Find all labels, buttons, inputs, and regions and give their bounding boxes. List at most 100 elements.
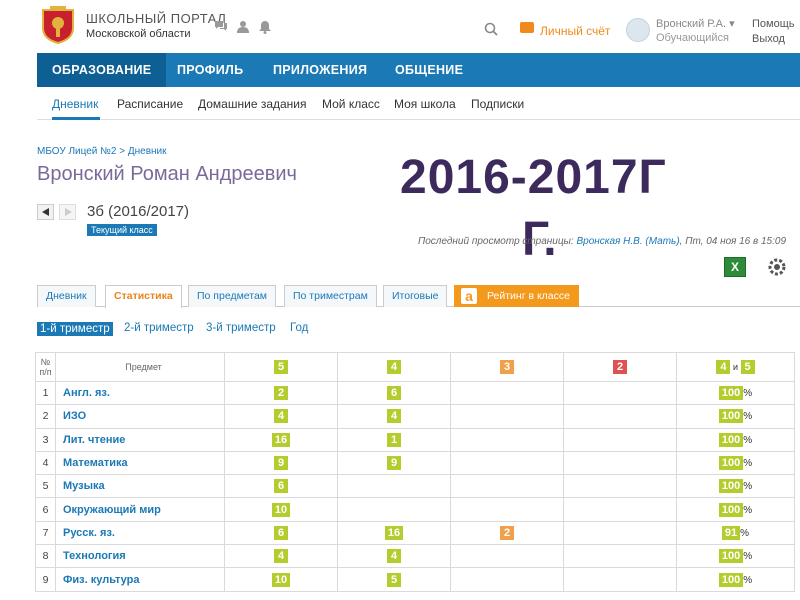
row-number: 8 [35,544,56,569]
grade-count-g2 [563,404,677,429]
quality-percent-badge: 100 [718,386,744,401]
row-number: 3 [35,427,56,452]
tab-diary[interactable]: Дневник [37,285,96,307]
grade-count-g4: 5 [337,567,451,592]
grade-count-g2 [563,450,677,476]
tab-by-trimester[interactable]: По триместрам [284,285,377,307]
bell-icon[interactable] [258,20,272,34]
grade-count-g4: 4 [337,544,451,569]
percent-sign: % [743,481,753,493]
percent-sign: % [743,434,753,446]
last-view-time: , Пт, 04 ноя 16 в 15:09 [679,236,787,247]
grade-count-badge: 2 [500,525,514,540]
grade-count-g4: 6 [337,380,451,406]
table-row: 8 Технология 4 4 100% [35,544,795,569]
personal-account-link[interactable]: Личный счёт [540,24,610,38]
nav-tab-communication[interactable]: ОБЩЕНИЕ [380,53,478,87]
grade-count-badge: 9 [274,456,288,471]
grade-count-g2 [563,427,677,452]
nav-tab-apps[interactable]: ПРИЛОЖЕНИЯ [258,53,382,87]
row-number: 6 [35,497,56,522]
grade-count-badge: 4 [274,549,288,564]
table-row: 7 Русск. яз. 6 16 2 91% [35,520,795,546]
percent-sign: % [743,504,753,516]
sub-tab-my-school[interactable]: Моя школа [394,97,456,111]
grade-count-g5: 10 [224,567,338,592]
sub-tab-my-class[interactable]: Мой класс [322,97,380,111]
last-view-name-link[interactable]: Вронская Н.В. (Мать) [576,236,679,247]
excel-export-icon[interactable]: X [724,257,746,277]
trimester-3[interactable]: 3-й триместр [206,322,276,334]
nav-tab-profile[interactable]: ПРОФИЛЬ [162,53,258,87]
grade-count-badge: 9 [387,456,401,471]
grade-count-badge: 4 [274,409,288,424]
subject-link[interactable]: Технология [55,544,225,569]
grade-count-badge: 6 [387,386,401,401]
subject-link[interactable]: Окружающий мир [55,497,225,522]
grade-count-g4 [337,474,451,499]
table-row: 6 Окружающий мир 10 100% [35,497,795,522]
breadcrumb[interactable]: МБОУ Лицей №2 > Дневник [37,146,167,157]
tab-statistics[interactable]: Статистика [105,285,182,308]
nav-tab-education[interactable]: ОБРАЗОВАНИЕ [37,53,167,87]
quality-percent-badge: 100 [718,572,744,587]
subject-link[interactable]: Математика [55,450,225,476]
quality-percent: 100% [676,544,795,569]
quality-percent-badge: 100 [718,479,744,494]
quality-percent-badge: 100 [718,432,744,447]
sub-tab-homework[interactable]: Домашние задания [198,97,307,111]
subject-link[interactable]: Лит. чтение [55,427,225,452]
moscow-region-coat-of-arms-logo[interactable] [40,6,76,45]
grade-count-g2 [563,544,677,569]
grade-count-g5: 4 [224,404,338,429]
subject-link[interactable]: Музыка [55,474,225,499]
tab-class-rating[interactable]: a Рейтинг в классе [454,285,579,307]
last-view-info: Последний просмотр страницы: Вронская Н.… [418,236,800,247]
grade-count-g2 [563,520,677,546]
subject-link[interactable]: Русск. яз. [55,520,225,546]
trimester-1[interactable]: 1-й триместр [37,322,113,336]
help-link[interactable]: Помощь [752,18,795,30]
sub-tab-diary[interactable]: Дневник [52,97,98,111]
grade-count-g3 [450,544,564,569]
table-row: 5 Музыка 6 100% [35,474,795,499]
subject-link[interactable]: Англ. яз. [55,380,225,406]
previous-year-button[interactable] [37,204,54,220]
quality-percent: 91% [676,520,795,546]
main-navigation: ОБРАЗОВАНИЕ ПРОФИЛЬ ПРИЛОЖЕНИЯ ОБЩЕНИЕ [37,53,800,87]
tab-class-rating-label: Рейтинг в классе [487,290,570,302]
trimester-2[interactable]: 2-й триместр [124,322,194,334]
search-icon[interactable] [484,22,498,41]
people-icon[interactable] [236,20,250,34]
last-view-prefix: Последний просмотр страницы: [418,236,577,247]
grade-count-g3 [450,567,564,592]
grade-count-badge: 6 [274,525,288,540]
settings-gear-icon[interactable] [764,254,790,280]
overlay-year-title: 2016-2017Г [400,151,667,204]
subject-link[interactable]: Физ. культура [55,567,225,592]
chat-icon[interactable] [214,20,228,34]
grade-count-g3 [450,474,564,499]
avatar[interactable] [626,18,650,42]
percent-sign: % [743,388,753,400]
user-menu-name[interactable]: Вронский Р.А. ▾ [656,17,735,30]
subject-link[interactable]: ИЗО [55,404,225,429]
next-year-button[interactable] [59,204,76,220]
grade-count-badge: 10 [271,502,291,517]
tab-by-subject[interactable]: По предметам [188,285,277,307]
page-title: Вронский Роман Андреевич [37,163,297,185]
header-grade-3: 3 [450,352,564,382]
row-number: 4 [35,450,56,476]
trimester-year[interactable]: Год [290,322,308,334]
grade-count-badge: 2 [274,386,288,401]
grade-count-g5: 10 [224,497,338,522]
table-row: 3 Лит. чтение 16 1 100% [35,427,795,452]
logout-link[interactable]: Выход [752,33,785,45]
grade-count-badge: 10 [271,572,291,587]
table-row: 1 Англ. яз. 2 6 100% [35,380,795,406]
wallet-icon[interactable] [520,22,534,33]
sub-tab-schedule[interactable]: Расписание [117,97,183,111]
sub-tab-subscriptions[interactable]: Подписки [471,97,524,111]
table-row: 9 Физ. культура 10 5 100% [35,567,795,592]
tab-final[interactable]: Итоговые [383,285,448,307]
